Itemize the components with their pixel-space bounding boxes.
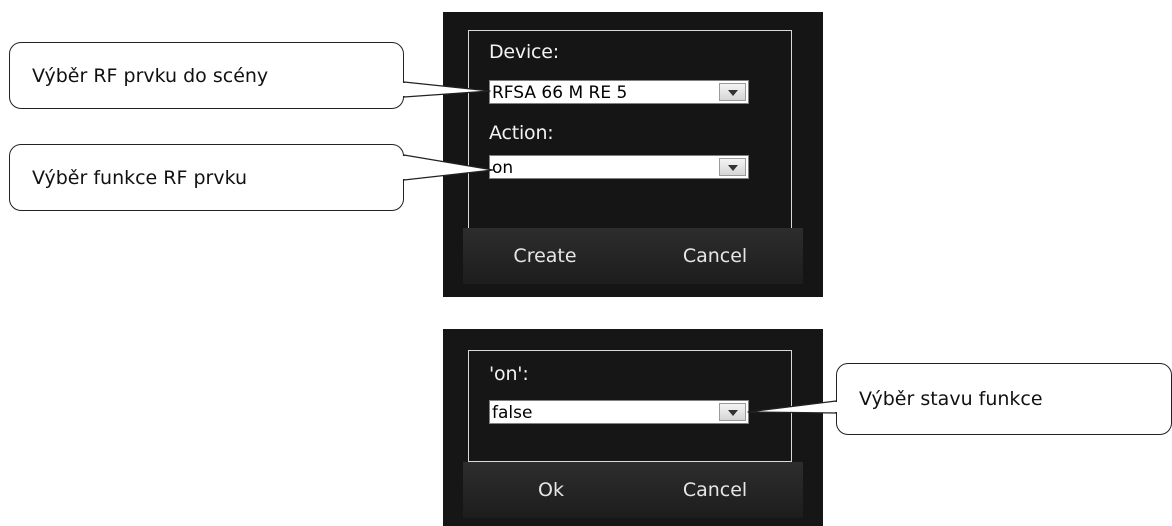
state-leader bbox=[747, 400, 837, 414]
device-leader bbox=[403, 81, 491, 98]
callout-leader-lines bbox=[402, 81, 838, 414]
function-leader bbox=[403, 154, 494, 181]
